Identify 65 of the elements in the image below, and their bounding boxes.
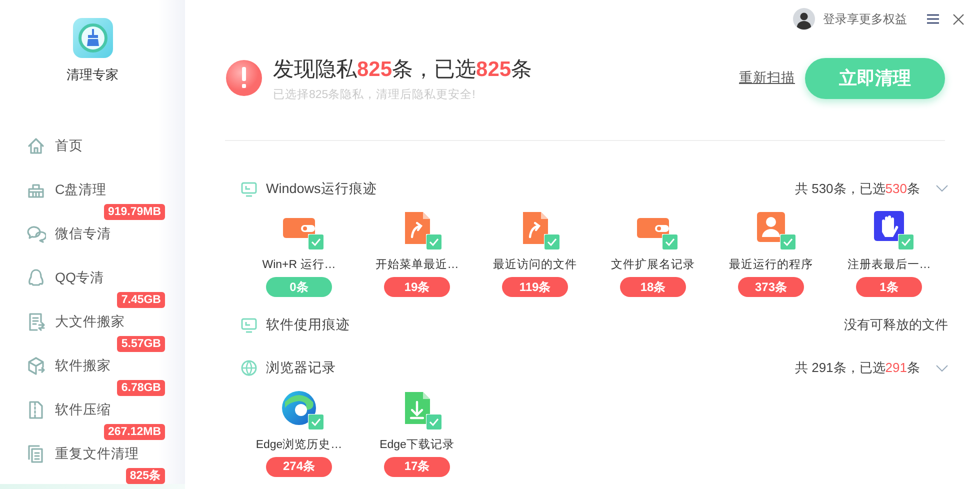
item-label: 注册表最后一… — [847, 257, 931, 272]
count-pill: 18条 — [620, 277, 686, 298]
checkbox[interactable] — [426, 234, 442, 250]
chevron-down-icon[interactable] — [936, 364, 948, 372]
sidebar-item[interactable]: C盘清理 — [0, 176, 185, 204]
sidebar-item[interactable]: QQ专清 — [0, 264, 185, 292]
chat-icon — [26, 224, 46, 244]
app-name: 清理专家 — [66, 66, 118, 84]
menu-icon[interactable] — [927, 14, 939, 24]
doc-icon — [26, 312, 46, 332]
item-label: 文件扩展名记录 — [611, 257, 695, 272]
checkbox[interactable] — [308, 234, 324, 250]
warning-icon — [225, 59, 263, 97]
count-pill: 119条 — [502, 277, 568, 298]
size-badge: 267.12MB — [104, 424, 165, 440]
penguin-icon — [26, 268, 46, 288]
checkbox[interactable] — [898, 234, 914, 250]
item-label: 开始菜单最近… — [375, 258, 459, 272]
chevron-down-icon[interactable] — [936, 185, 948, 192]
monitor-icon — [240, 316, 258, 334]
checkbox[interactable] — [780, 234, 796, 250]
sidebar-item[interactable]: 软件压缩 — [0, 396, 185, 424]
box-icon — [26, 356, 46, 376]
item-label: 最近访问的文件 — [493, 257, 577, 272]
checkbox[interactable] — [662, 234, 678, 250]
sidebar-item[interactable]: 微信专清 — [0, 220, 185, 248]
section-status: 共 530条，已选530条 — [794, 180, 920, 198]
sidebar-item[interactable]: 软件搬家 — [0, 352, 185, 380]
size-badge: 825条 — [126, 468, 165, 484]
item-label: Edge浏览历史… — [256, 438, 342, 452]
section-status: 没有可释放的文件 — [844, 316, 948, 334]
checkbox[interactable] — [544, 234, 560, 250]
checkbox[interactable] — [426, 414, 442, 430]
close-icon[interactable] — [953, 14, 964, 24]
sidebar-item[interactable]: 重复文件清理 — [0, 440, 185, 468]
sidebar-item[interactable]: 首页 — [0, 132, 185, 160]
avatar-icon — [793, 8, 815, 30]
broom-logo-icon — [72, 18, 112, 58]
section-status: 共 291条，已选291条 — [794, 359, 920, 378]
item-label: Win+R 运行… — [262, 258, 336, 272]
sidebar-item[interactable]: 大文件搬家 — [0, 308, 185, 336]
item-label: 最近运行的程序 — [729, 257, 813, 272]
size-badge: 7.45GB — [117, 292, 165, 308]
monitor-icon — [240, 180, 258, 198]
count-pill: 19条 — [384, 277, 450, 298]
size-badge: 6.78GB — [117, 380, 165, 396]
zip-icon — [26, 400, 46, 420]
count-pill: 274条 — [266, 456, 332, 477]
checkbox[interactable] — [308, 414, 324, 430]
count-pill: 1条 — [856, 277, 922, 298]
count-pill: 373条 — [738, 277, 804, 298]
count-pill: 0条 — [266, 277, 332, 298]
section-title: Windows运行痕迹 — [266, 180, 378, 198]
size-badge: 5.57GB — [117, 336, 165, 352]
globe-icon — [240, 359, 258, 378]
login-link[interactable]: 登录享更多权益 — [793, 8, 907, 30]
rescan-link[interactable]: 重新扫描 — [739, 69, 795, 87]
home-icon — [26, 136, 46, 156]
copies-icon — [26, 444, 46, 464]
section-title: 软件使用痕迹 — [266, 316, 351, 334]
section-title: 浏览器记录 — [266, 359, 337, 378]
privacy-summary: 发现隐私825条，已选825条 — [273, 56, 534, 82]
size-badge: 919.79MB — [104, 204, 165, 220]
item-label: Edge下载记录 — [380, 438, 454, 452]
count-pill: 17条 — [384, 456, 450, 477]
